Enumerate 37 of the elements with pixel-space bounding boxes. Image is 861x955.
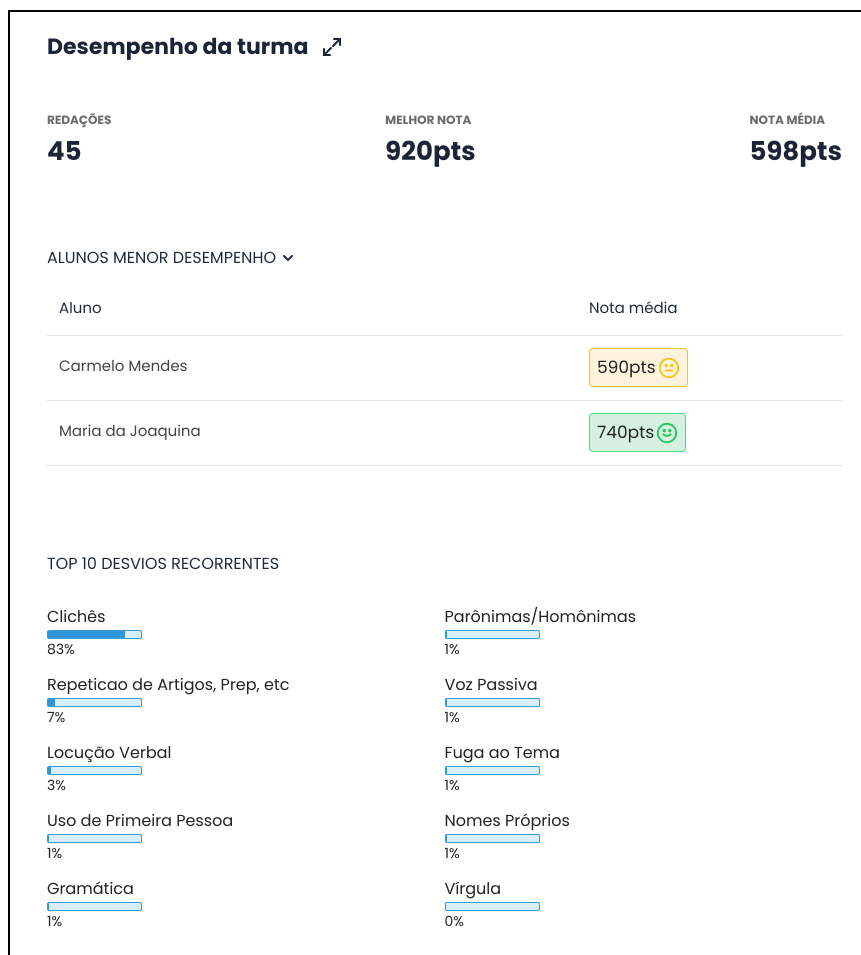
percent-value: 1% <box>444 638 461 658</box>
grade-badge: 740pts <box>589 412 686 452</box>
deviation-label: Gramática <box>47 878 135 900</box>
student-name: Maria da Joaquina <box>59 421 202 444</box>
deviation-label: Uso de Primeira Pessoa <box>47 810 234 832</box>
deviation-label: Vírgula <box>444 878 502 900</box>
section-heading: TOP 10 DESVIOS RECORRENTES <box>47 552 280 576</box>
stat-label: NOTA MÉDIA <box>750 112 826 130</box>
percent-value: 1% <box>47 910 64 930</box>
percent-value: 83% <box>47 638 76 658</box>
percent-value: 0% <box>444 910 465 930</box>
stat-label: MELHOR NOTA <box>385 112 472 130</box>
smiling-face-icon <box>656 422 678 444</box>
percent-value: 7% <box>47 706 66 726</box>
grade-badge: 590pts <box>589 348 688 388</box>
section-toggle[interactable]: ALUNOS MENOR DESEMPENHO <box>47 246 296 270</box>
percent-value: 1% <box>444 774 461 794</box>
column-header: Nota média <box>589 298 678 320</box>
percent-value: 3% <box>47 774 67 794</box>
deviation-label: Parônimas/Homônimas <box>444 606 638 628</box>
column-header: Aluno <box>59 298 103 320</box>
card-title: Desempenho da turma <box>47 30 308 63</box>
percent-value: 1% <box>444 706 461 726</box>
deviation-label: Clichês <box>47 606 106 628</box>
percent-value: 1% <box>444 842 461 862</box>
deviation-label: Voz Passiva <box>444 674 539 696</box>
deviation-label: Nomes Próprios <box>444 810 571 832</box>
stat-value: 598pts <box>750 136 842 168</box>
deviation-label: Locução Verbal <box>47 742 172 764</box>
stat-value: 920pts <box>385 136 476 168</box>
neutral-face-icon <box>658 356 680 378</box>
stat-value: 45 <box>47 136 83 168</box>
stat-label: REDAÇÕES <box>47 112 112 130</box>
deviation-label: Fuga ao Tema <box>444 742 561 764</box>
deviation-label: Repeticao de Artigos, Prep, etc <box>47 674 290 696</box>
percent-value: 1% <box>47 842 64 862</box>
student-name: Carmelo Mendes <box>59 356 188 379</box>
